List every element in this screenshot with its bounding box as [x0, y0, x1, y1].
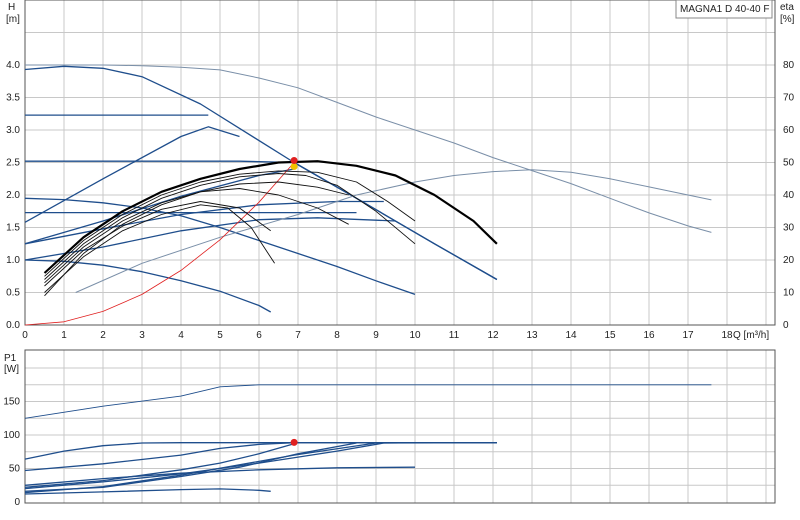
head-grid — [25, 0, 775, 325]
x-tick-label: 3 — [139, 330, 145, 341]
x-tick-label: 10 — [409, 330, 421, 341]
x-tick-label: 5 — [217, 330, 223, 341]
power-curve — [24, 442, 497, 460]
x-tick-label: 15 — [604, 330, 616, 341]
power-grid — [25, 350, 775, 503]
y-tick-label: 1.0 — [6, 255, 20, 266]
thin-curve — [44, 201, 271, 287]
y-tick-label: 1.5 — [6, 223, 20, 234]
x-tick-label: 0 — [22, 330, 28, 341]
y-tick-label: 2.0 — [6, 190, 20, 201]
head-curve — [24, 168, 295, 245]
head-x-tick-labels: 0 1 2 3 4 5 6 7 8 9 10 11 12 13 14 15 16 17 18 Q [m³/h] — [22, 330, 769, 341]
head-curve — [24, 65, 498, 281]
model-label-box: MAGNA1 D 40-40 F — [675, 0, 773, 19]
power-plot-frame — [24, 349, 776, 504]
y2-tick-label: 80 — [783, 60, 795, 71]
y2-tick-label: 70 — [783, 93, 795, 104]
y2-axis-unit-percent: [%] — [780, 14, 795, 25]
x-tick-label: 9 — [373, 330, 379, 341]
pump-curve-chart: 0 1 2 3 4 5 6 7 8 9 10 11 12 13 14 15 16 17 18 Q [m³/h] 0.0… — [3, 0, 795, 509]
head-curve — [24, 259, 272, 313]
duty-point-marker — [290, 157, 298, 164]
system-curve — [24, 162, 295, 326]
x-tick-label: 1 — [61, 330, 67, 341]
power-y-tick-labels: 0 50 100 150 — [3, 397, 20, 509]
y2-tick-label: 30 — [783, 223, 795, 234]
power-curve — [24, 443, 295, 488]
y2-tick-label: 0 — [783, 320, 789, 331]
y2-tick-label: 40 — [783, 190, 795, 201]
head-panel: 0 1 2 3 4 5 6 7 8 9 10 11 12 13 14 15 16 17 18 Q [m³/h] 0.0… — [6, 0, 795, 341]
power-panel: 0 50 100 150 P1 [W] — [3, 349, 776, 509]
y2-tick-label: 20 — [783, 255, 795, 266]
x-tick-label: 4 — [178, 330, 184, 341]
x-tick-label: 18 — [721, 330, 733, 341]
power-y-tick-label: 150 — [3, 397, 20, 408]
efficiency-curve — [25, 64, 712, 233]
head-y-tick-labels: 0.0 0.5 1.0 1.5 2.0 2.5 3.0 3.5 4.0 — [6, 60, 20, 331]
x-tick-label: 13 — [526, 330, 538, 341]
power-duty-point — [290, 438, 298, 446]
y-tick-label: 4.0 — [6, 60, 20, 71]
x-tick-label: 2 — [100, 330, 106, 341]
x-tick-label: 17 — [682, 330, 694, 341]
x-tick-label: 16 — [643, 330, 655, 341]
duty-point-highlight — [290, 163, 298, 170]
y-tick-label: 0.0 — [6, 320, 20, 331]
y-tick-label: 2.5 — [6, 158, 20, 169]
x-tick-label: 6 — [256, 330, 262, 341]
x-tick-label: 7 — [295, 330, 301, 341]
y-tick-label: 0.5 — [6, 288, 20, 299]
y2-tick-label: 60 — [783, 125, 795, 136]
y-tick-label: 3.0 — [6, 125, 20, 136]
efficiency-y-tick-labels: 0 10 20 30 40 50 60 70 80 — [783, 60, 795, 331]
y2-tick-label: 10 — [783, 288, 795, 299]
x-axis-title-q: Q [m³/h] — [733, 330, 769, 341]
head-curve — [24, 126, 240, 223]
x-tick-label: 14 — [565, 330, 577, 341]
x-tick-label: 11 — [449, 330, 460, 341]
power-duty-point-marker — [290, 438, 298, 446]
power-y-tick-label: 0 — [14, 497, 20, 508]
head-curve — [25, 160, 498, 281]
bold-curve — [43, 160, 498, 274]
x-tick-label: 8 — [334, 330, 340, 341]
y-axis-title-h: H — [8, 2, 15, 13]
y2-tick-label: 50 — [783, 158, 795, 169]
power-y-tick-label: 50 — [9, 464, 21, 475]
x-tick-label: 12 — [487, 330, 499, 341]
power-y-tick-label: 100 — [3, 430, 20, 441]
y-axis-unit-m: [m] — [6, 14, 20, 25]
power-axis-unit-w: [W] — [4, 364, 19, 375]
y2-axis-title-eta: eta — [780, 2, 794, 13]
power-axis-title-p1: P1 — [4, 353, 17, 364]
y-tick-label: 3.5 — [6, 93, 20, 104]
chart-title: MAGNA1 D 40-40 F — [680, 4, 769, 15]
